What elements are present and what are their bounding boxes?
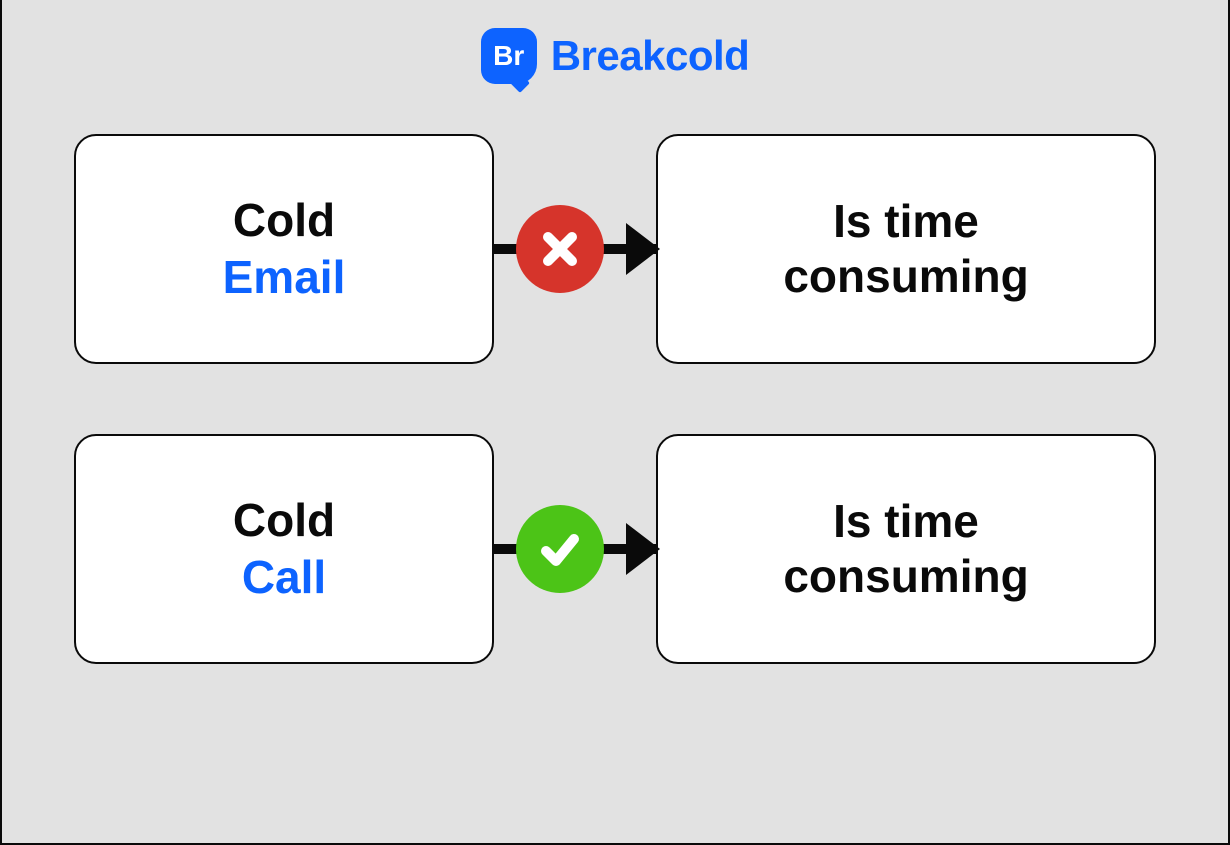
diagram-rows: Cold Email Is time consuming Cold Call: [2, 104, 1228, 664]
card-cold-call: Cold Call: [74, 434, 494, 664]
diagram-row: Cold Email Is time consuming: [74, 134, 1156, 364]
card-cold-email: Cold Email: [74, 134, 494, 364]
card-title: Cold: [233, 194, 335, 247]
connector-arrow: [494, 509, 656, 589]
card-text-line2: consuming: [783, 549, 1028, 604]
brand-logo-badge: Br: [481, 28, 537, 84]
brand-name: Breakcold: [551, 32, 750, 80]
card-text-line1: Is time: [833, 494, 979, 549]
card-title: Cold: [233, 494, 335, 547]
brand-logo-text: Br: [493, 40, 524, 72]
header: Br Breakcold: [2, 0, 1228, 104]
card-time-consuming: Is time consuming: [656, 434, 1156, 664]
cross-icon: [516, 205, 604, 293]
card-subtitle: Email: [223, 251, 346, 304]
check-icon: [516, 505, 604, 593]
diagram-row: Cold Call Is time consuming: [74, 434, 1156, 664]
card-text-line1: Is time: [833, 194, 979, 249]
card-subtitle: Call: [242, 551, 326, 604]
arrow-head-icon: [626, 523, 660, 575]
card-time-consuming: Is time consuming: [656, 134, 1156, 364]
arrow-head-icon: [626, 223, 660, 275]
connector-arrow: [494, 209, 656, 289]
card-text-line2: consuming: [783, 249, 1028, 304]
